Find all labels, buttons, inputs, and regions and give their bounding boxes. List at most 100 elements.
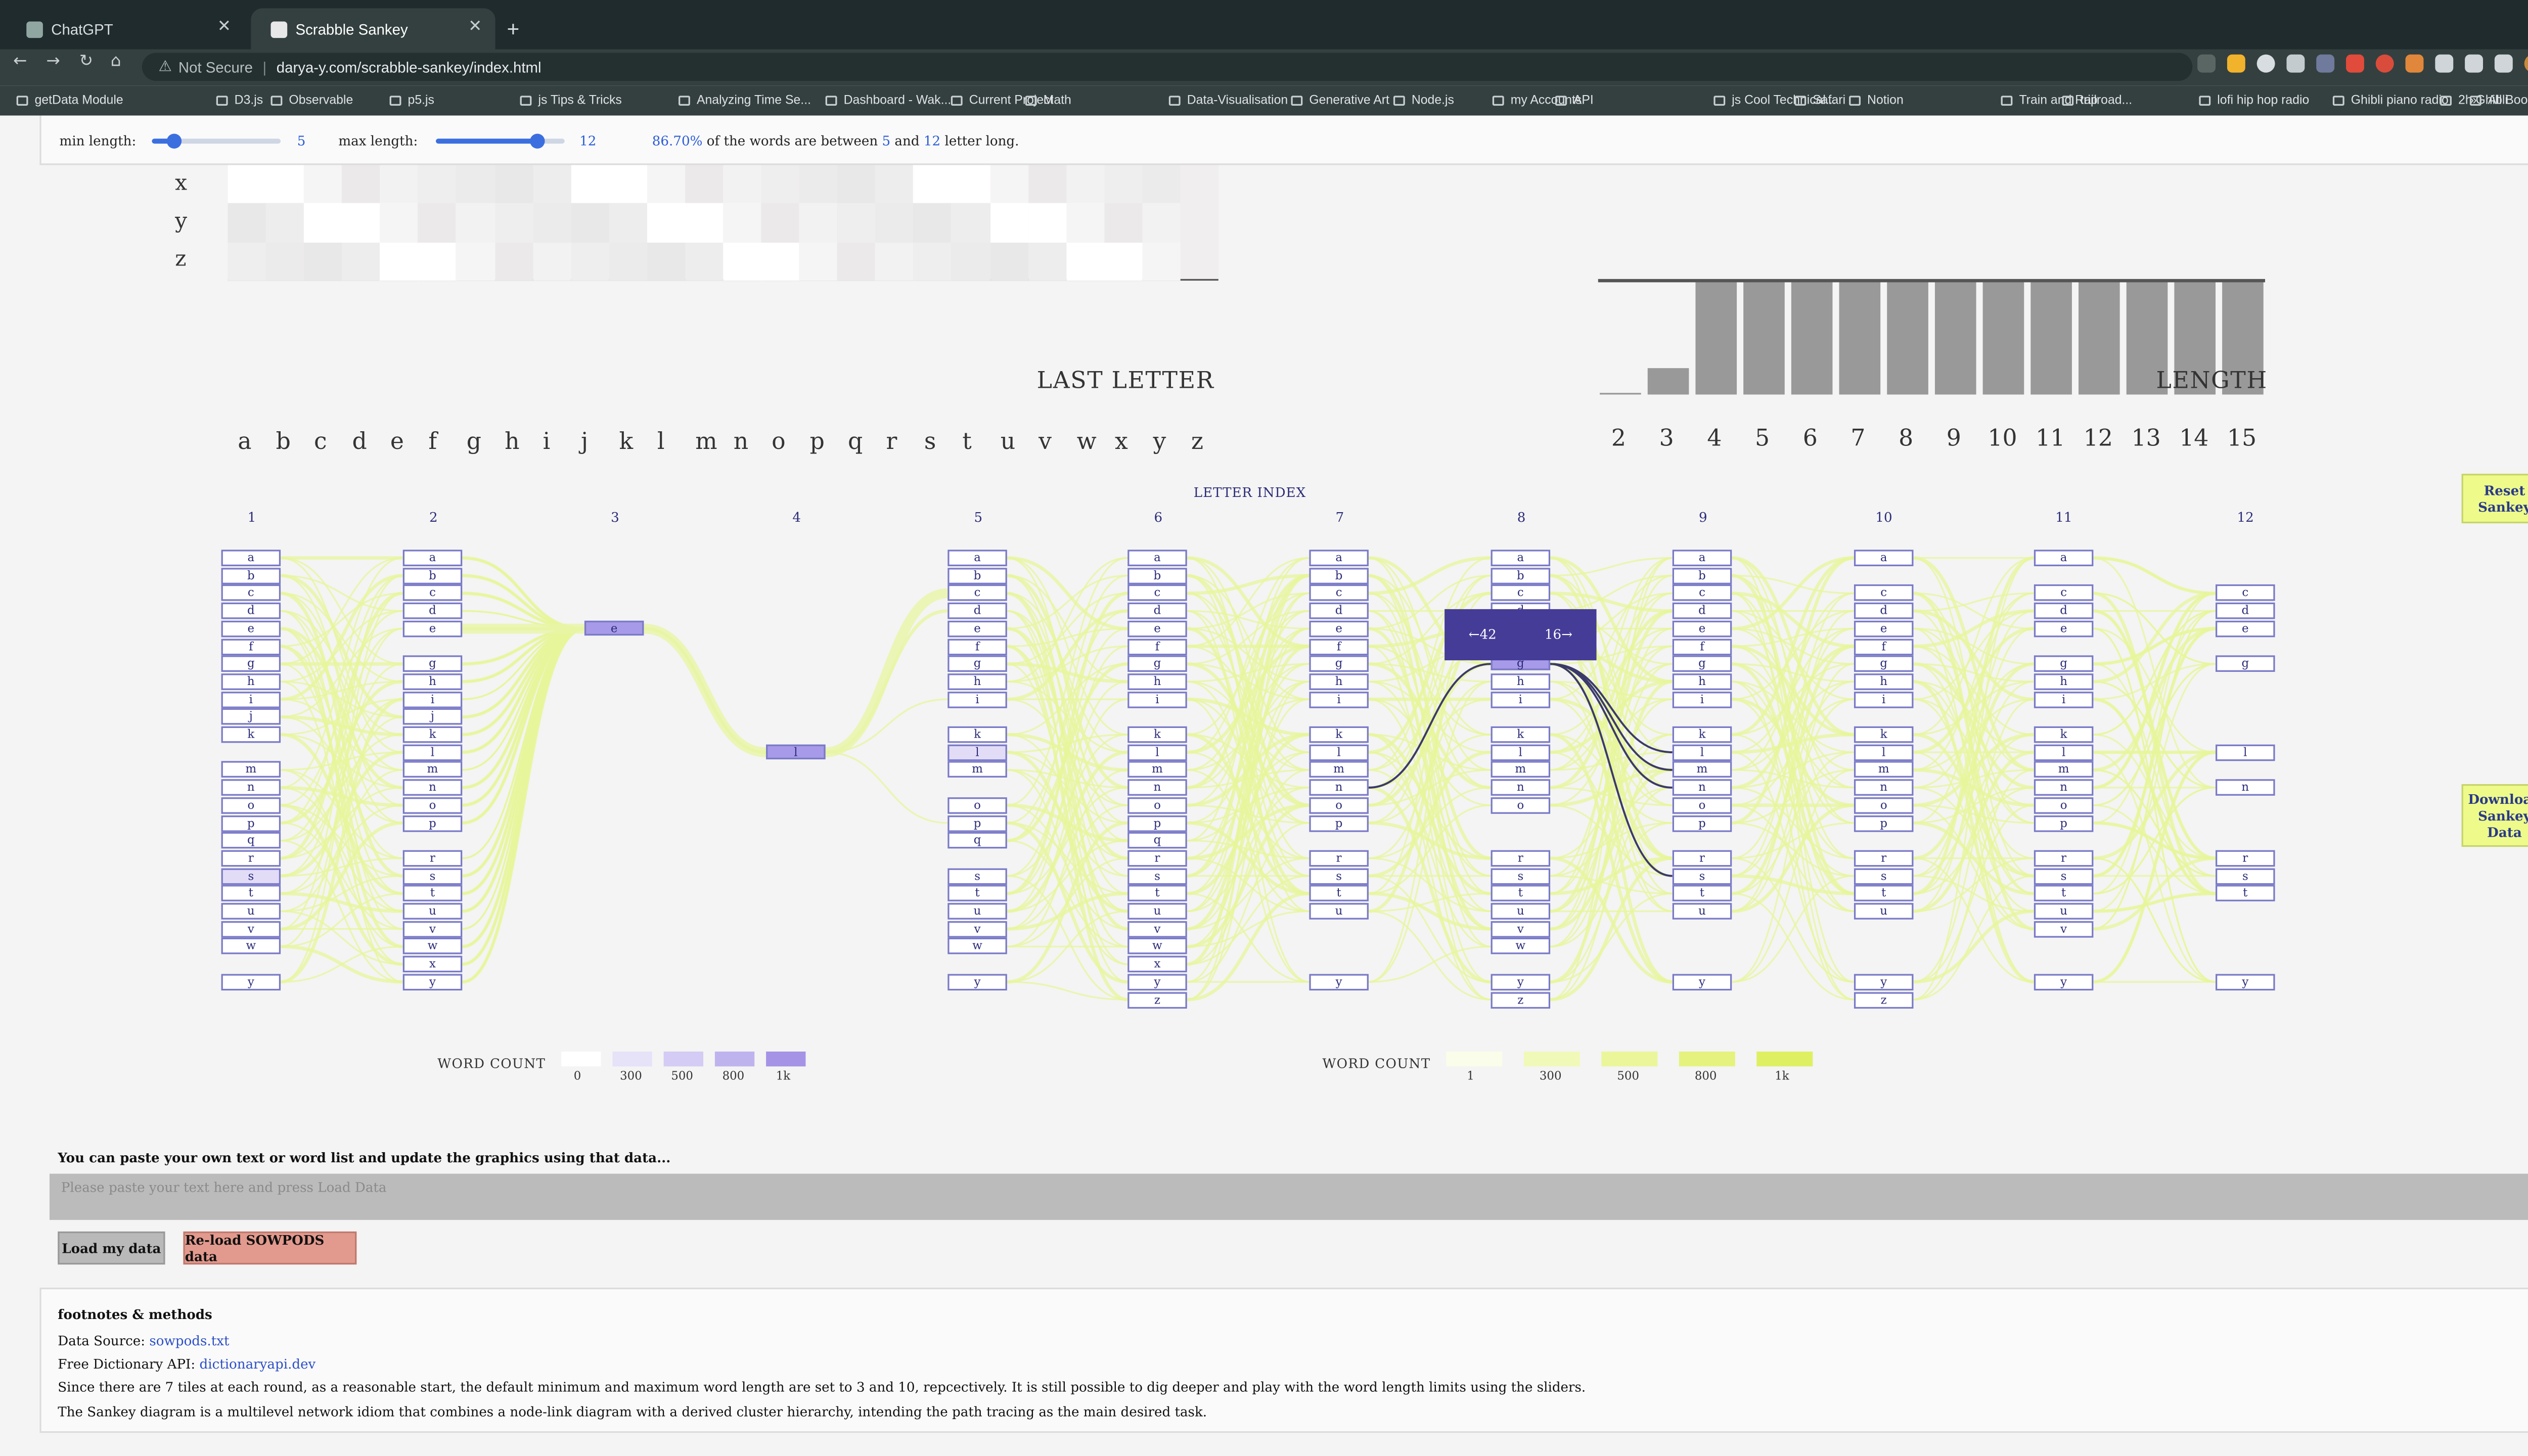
sankey-node[interactable]: g [221, 655, 281, 672]
sankey-node[interactable]: c [2034, 585, 2094, 602]
sankey-node[interactable]: c [1672, 585, 1732, 602]
sankey-node[interactable]: t [947, 885, 1007, 902]
sankey-node[interactable]: c [947, 585, 1007, 602]
sankey-node[interactable]: b [221, 567, 281, 584]
sankey-node[interactable]: s [947, 868, 1007, 884]
sankey-node[interactable]: y [1672, 973, 1732, 990]
sankey-node[interactable]: k [1854, 726, 1914, 743]
sankey-node[interactable]: c [1491, 585, 1551, 602]
sankey-node[interactable]: i [1127, 691, 1187, 708]
sankey-node[interactable]: v [1491, 921, 1551, 937]
sankey-node[interactable]: p [2034, 814, 2094, 832]
sankey-node[interactable]: f [1672, 638, 1732, 655]
sankey-node[interactable]: b [1672, 567, 1732, 584]
sankey-node[interactable]: a [221, 550, 281, 566]
sankey-node[interactable]: d [947, 603, 1007, 619]
sankey-node[interactable]: z [1491, 991, 1551, 1008]
sankey-node[interactable]: g [2216, 655, 2275, 672]
sankey-node[interactable]: b [1127, 567, 1187, 584]
sankey-node[interactable]: s [2216, 868, 2275, 884]
dictionary-api-link[interactable]: dictionaryapi.dev [199, 1357, 315, 1372]
sankey-node[interactable]: l [1309, 744, 1369, 761]
sankey-node[interactable]: d [402, 603, 463, 619]
sankey-node[interactable]: a [1672, 550, 1732, 566]
sankey-node[interactable]: q [221, 832, 281, 849]
sankey-node[interactable]: e [1672, 620, 1732, 637]
sankey-node[interactable]: b [947, 567, 1007, 584]
sankey-node[interactable]: y [1127, 973, 1187, 990]
sankey-node[interactable]: g [2034, 655, 2094, 672]
sankey-node[interactable]: r [2034, 850, 2094, 867]
sankey-node[interactable]: u [1672, 903, 1732, 920]
sankey-node[interactable]: s [1491, 868, 1551, 884]
sankey-node[interactable]: w [1127, 938, 1187, 955]
sankey-node[interactable]: u [1309, 903, 1369, 920]
sankey-node[interactable]: k [1672, 726, 1732, 743]
sankey-node[interactable]: c [402, 585, 463, 602]
sankey-node[interactable]: n [1672, 779, 1732, 796]
sankey-node[interactable]: e [1309, 620, 1369, 637]
sankey-node[interactable]: d [2216, 603, 2275, 619]
sankey-node[interactable]: f [221, 638, 281, 655]
sankey-node[interactable]: h [402, 673, 463, 690]
sankey-node[interactable]: n [402, 779, 463, 796]
sankey-node[interactable]: c [221, 585, 281, 602]
sankey-node[interactable]: y [1854, 973, 1914, 990]
sankey-node[interactable]: r [402, 850, 463, 867]
sankey-node[interactable]: z [1854, 991, 1914, 1008]
sankey-node[interactable]: o [2034, 797, 2094, 814]
sankey-node[interactable]: a [1127, 550, 1187, 566]
sankey-node[interactable]: r [1672, 850, 1732, 867]
sankey-node[interactable]: f [1127, 638, 1187, 655]
sankey-node[interactable]: t [1672, 885, 1732, 902]
sankey-node[interactable]: m [1672, 761, 1732, 779]
sankey-node[interactable]: n [2034, 779, 2094, 796]
sankey-node[interactable]: i [402, 691, 463, 708]
sankey-node[interactable]: x [1127, 956, 1187, 973]
sankey-node[interactable]: g [1854, 655, 1914, 672]
reset-sankey-button[interactable]: Reset Sankey [2461, 474, 2528, 524]
sankey-node[interactable]: j [221, 708, 281, 725]
sankey-node[interactable]: g [1127, 655, 1187, 672]
sankey-node[interactable]: f [947, 638, 1007, 655]
sankey-node[interactable]: o [947, 797, 1007, 814]
sankey-node[interactable]: r [1309, 850, 1369, 867]
sankey-node[interactable]: s [2034, 868, 2094, 884]
sankey-node[interactable]: y [947, 973, 1007, 990]
sankey-node[interactable]: p [1854, 814, 1914, 832]
sankey-node[interactable]: t [2034, 885, 2094, 902]
sankey-node[interactable]: h [1672, 673, 1732, 690]
sankey-node[interactable]: p [221, 814, 281, 832]
sankey-node[interactable]: w [947, 938, 1007, 955]
sankey-node[interactable]: l [1127, 744, 1187, 761]
sankey-node[interactable]: w [221, 938, 281, 955]
sankey-node[interactable]: i [2034, 691, 2094, 708]
sankey-node[interactable]: p [1127, 814, 1187, 832]
sankey-node[interactable]: d [221, 603, 281, 619]
sankey-node[interactable]: g [947, 655, 1007, 672]
sankey-node[interactable]: k [1309, 726, 1369, 743]
sankey-node[interactable]: n [1854, 779, 1914, 796]
sankey-node[interactable]: r [2216, 850, 2275, 867]
sankey-node[interactable]: l [1672, 744, 1732, 761]
sankey-node[interactable]: t [402, 885, 463, 902]
sankey-node[interactable]: a [1491, 550, 1551, 566]
sankey-node[interactable]: p [947, 814, 1007, 832]
sankey-node[interactable]: l [1854, 744, 1914, 761]
sankey-node[interactable]: o [221, 797, 281, 814]
sankey-node[interactable]: e [2216, 620, 2275, 637]
sankey-node[interactable]: c [2216, 585, 2275, 602]
sankey-node[interactable]: v [2034, 921, 2094, 937]
sankey-node[interactable]: n [1491, 779, 1551, 796]
sankey-node[interactable]: m [402, 761, 463, 779]
sankey-node[interactable]: y [1309, 973, 1369, 990]
sankey-node[interactable]: f [1854, 638, 1914, 655]
sankey-node[interactable]: e [221, 620, 281, 637]
sankey-node[interactable]: b [402, 567, 463, 584]
sankey-node[interactable]: d [2034, 603, 2094, 619]
sankey-node[interactable]: t [1854, 885, 1914, 902]
load-my-data-button[interactable]: Load my data [58, 1231, 165, 1265]
sankey-node[interactable]: y [402, 973, 463, 990]
sankey-node[interactable]: h [221, 673, 281, 690]
sankey-node[interactable]: g [402, 655, 463, 672]
